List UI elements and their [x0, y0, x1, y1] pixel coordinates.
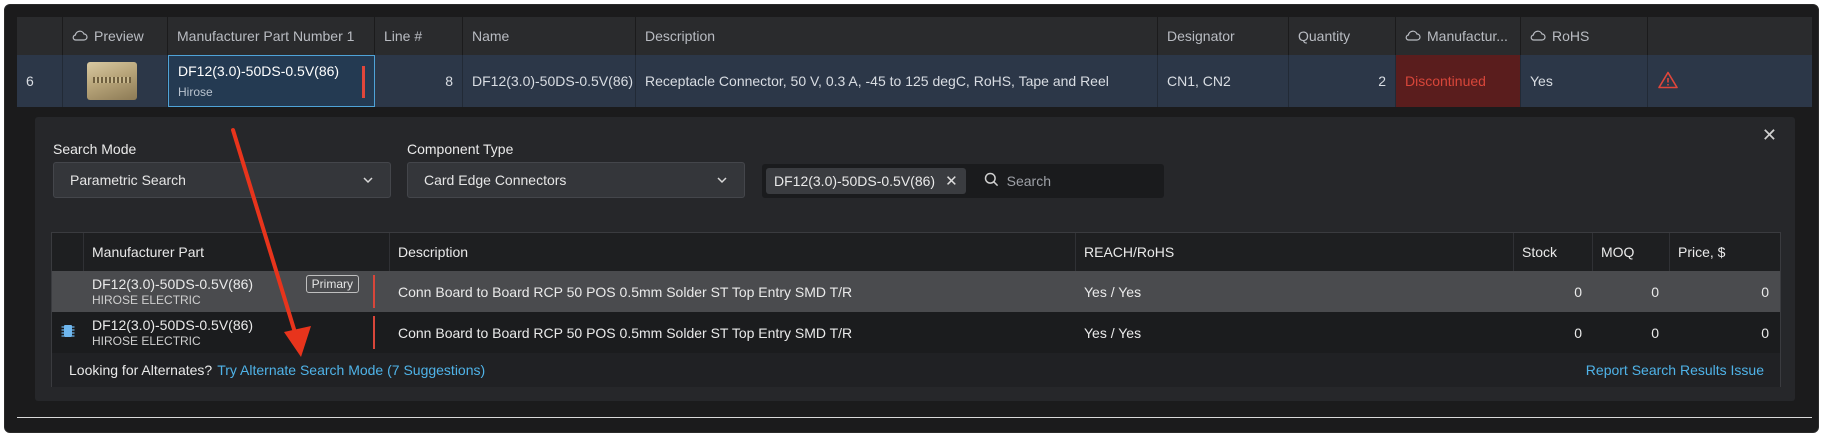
bom-window: Preview Manufacturer Part Number 1 Line … — [4, 4, 1819, 433]
annotation-arrow — [231, 128, 311, 357]
